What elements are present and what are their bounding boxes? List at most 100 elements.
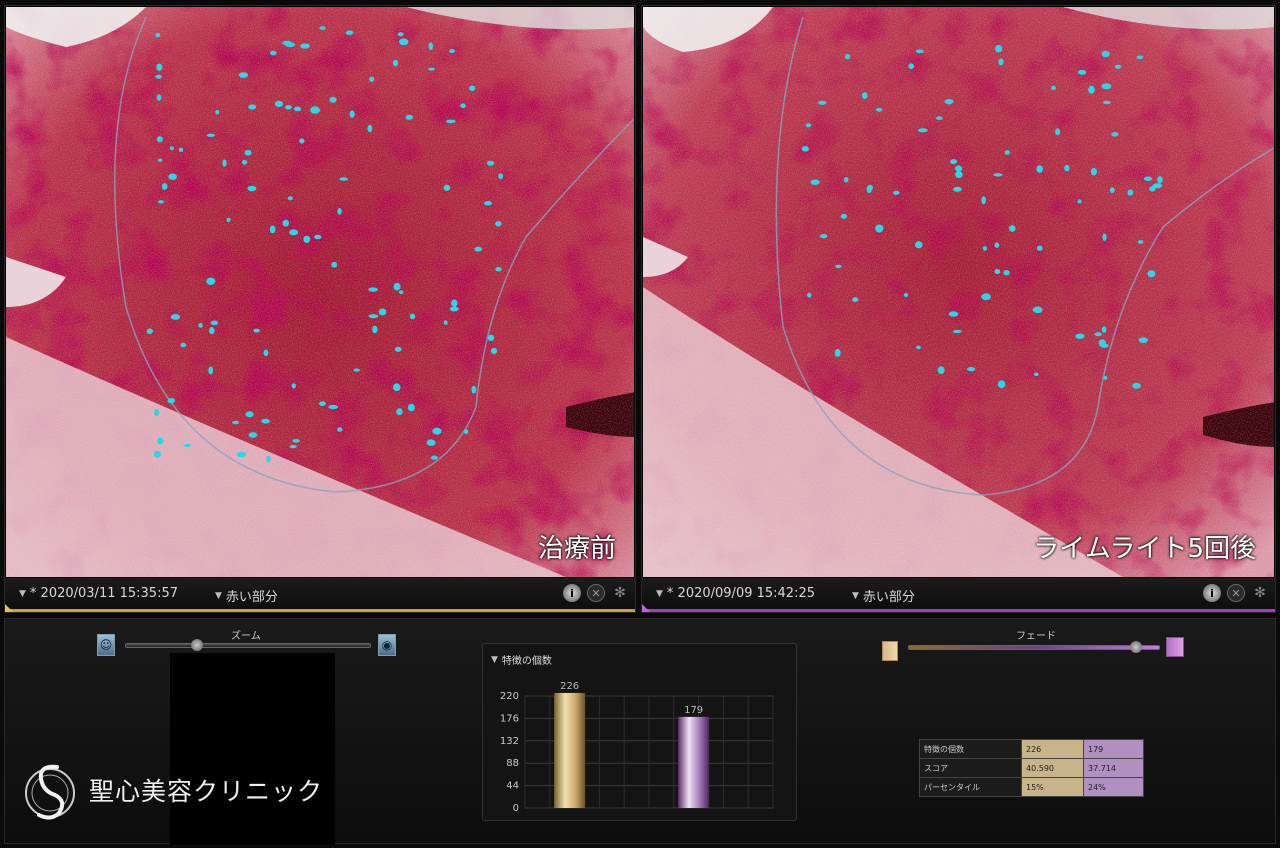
zoom-slider-knob[interactable] (190, 639, 203, 651)
detected-spot-marker (1090, 168, 1097, 176)
detected-spot-marker (146, 328, 153, 335)
timestamp-dropdown-left[interactable]: ▼ * 2020/03/11 15:35:57 (19, 586, 178, 601)
detected-spot-marker (449, 306, 459, 312)
bar-before (554, 692, 586, 808)
detected-spot-marker (490, 347, 498, 354)
detected-spot-marker (1132, 382, 1141, 389)
detected-spot-marker (248, 104, 257, 110)
timestamp-dropdown-right[interactable]: ▼ * 2020/09/09 15:42:25 (656, 586, 815, 601)
detected-spot-marker (982, 246, 987, 251)
detected-spot-marker (291, 383, 296, 389)
detected-spot-marker (953, 186, 962, 192)
clinic-logo-text: 聖心美容クリニック (89, 777, 324, 806)
detected-spot-marker (914, 241, 923, 249)
detected-spot-marker (955, 165, 962, 172)
y-tick-label: 88 (506, 758, 519, 769)
detected-spot-marker (210, 320, 219, 326)
after-image-viewport[interactable]: ライムライト5回後 (643, 7, 1274, 577)
detected-spot-marker (861, 92, 868, 99)
row-label: スコア (919, 758, 1022, 778)
left-status-bar: ▼ * 2020/03/11 15:35:57 ▼ 赤い部分 i ✕ ✻ (5, 578, 635, 612)
detected-spot-marker (495, 221, 502, 227)
detected-spot-marker (261, 418, 270, 424)
dropdown-arrow-icon: ▼ (656, 588, 663, 599)
settings-icon[interactable]: ✻ (611, 584, 629, 602)
detected-spot-marker (908, 63, 915, 69)
detected-spot-marker (1136, 55, 1144, 60)
zoom-in-eye-icon[interactable]: ◉ (378, 634, 396, 656)
bottom-control-panel: ズーム ☺ ◉ 聖心美容クリニック ▼ 特徴の個数 0 44 88 132 17… (4, 618, 1276, 845)
detected-spot-marker (345, 30, 354, 35)
mode-dropdown-left[interactable]: ▼ 赤い部分 (215, 586, 278, 605)
detected-spot-marker (269, 50, 277, 56)
detected-spot-marker (463, 429, 469, 435)
detected-spot-marker (845, 53, 851, 60)
feature-count-chart-panel: ▼ 特徴の個数 0 44 88 132 176 220 226 179 (482, 643, 797, 821)
detected-spot-marker (226, 217, 231, 223)
fade-label: フェード (1016, 631, 1056, 642)
detected-spot-marker (206, 277, 216, 285)
before-caption: 治療前 (537, 534, 616, 564)
detected-spot-marker (206, 133, 216, 137)
detected-spot-marker (443, 320, 448, 325)
fade-slider[interactable] (908, 641, 1160, 653)
detected-spot-marker (443, 184, 451, 191)
bar-value-label: 226 (560, 681, 579, 692)
detected-spot-marker (810, 179, 820, 185)
before-value: 226 (1021, 739, 1084, 759)
detected-spot-marker (1078, 69, 1087, 75)
detected-spot-marker (426, 439, 436, 447)
bar-value-label: 179 (684, 705, 703, 716)
detected-spot-marker (936, 116, 943, 120)
settings-icon[interactable]: ✻ (1251, 584, 1269, 602)
detected-spot-marker (840, 213, 847, 219)
detected-spot-marker (1064, 164, 1070, 172)
fade-after-swatch[interactable] (1166, 637, 1184, 657)
detected-spot-marker (445, 119, 456, 124)
detected-spot-marker (1127, 189, 1134, 196)
detected-spot-marker (263, 349, 269, 357)
detected-spot-marker (1152, 183, 1162, 189)
mode-dropdown-right[interactable]: ▼ 赤い部分 (852, 586, 915, 605)
detected-spot-marker (289, 445, 297, 449)
y-tick-label: 220 (500, 691, 519, 702)
before-value: 40.590 (1021, 758, 1084, 778)
right-status-bar: ▼ * 2020/09/09 15:42:25 ▼ 赤い部分 i ✕ ✻ (642, 578, 1275, 612)
close-icon[interactable]: ✕ (587, 584, 605, 602)
detected-spot-marker (284, 105, 292, 110)
before-image-viewport[interactable]: 治療前 (6, 7, 634, 577)
detected-spot-marker (916, 345, 921, 350)
detected-spot-marker (198, 322, 203, 328)
detected-spot-marker (372, 325, 378, 334)
detected-spot-marker (349, 110, 355, 118)
detected-spot-marker (486, 160, 495, 166)
detected-spot-marker (238, 72, 249, 78)
detected-spot-marker (180, 342, 187, 348)
detected-spot-marker (994, 268, 1001, 275)
detected-spot-marker (997, 380, 1006, 389)
timestamp-left: * 2020/03/11 15:35:57 (29, 586, 178, 601)
y-tick-label: 176 (500, 713, 519, 724)
detected-spot-marker (274, 100, 284, 107)
detected-spot-marker (170, 314, 181, 320)
zoom-out-face-icon[interactable]: ☺ (97, 634, 115, 656)
detected-spot-marker (368, 314, 379, 319)
close-icon[interactable]: ✕ (1227, 584, 1245, 602)
detected-spot-marker (156, 63, 163, 71)
info-icon[interactable]: i (563, 584, 581, 602)
detected-spot-marker (843, 177, 849, 183)
detected-spot-marker (399, 38, 409, 46)
zoom-slider[interactable] (125, 639, 371, 651)
detected-spot-marker (396, 408, 403, 416)
y-tick-label: 132 (500, 736, 519, 747)
fade-slider-knob[interactable] (1130, 641, 1143, 653)
detected-spot-marker (339, 177, 349, 181)
detected-spot-marker (319, 26, 326, 30)
detected-spot-marker (818, 100, 827, 105)
info-icon[interactable]: i (1203, 584, 1221, 602)
detected-spot-marker (289, 229, 299, 236)
fade-before-swatch[interactable] (882, 641, 898, 661)
detected-spot-marker (299, 138, 305, 144)
before-value: 15% (1021, 777, 1084, 797)
detected-spot-marker (449, 49, 456, 53)
